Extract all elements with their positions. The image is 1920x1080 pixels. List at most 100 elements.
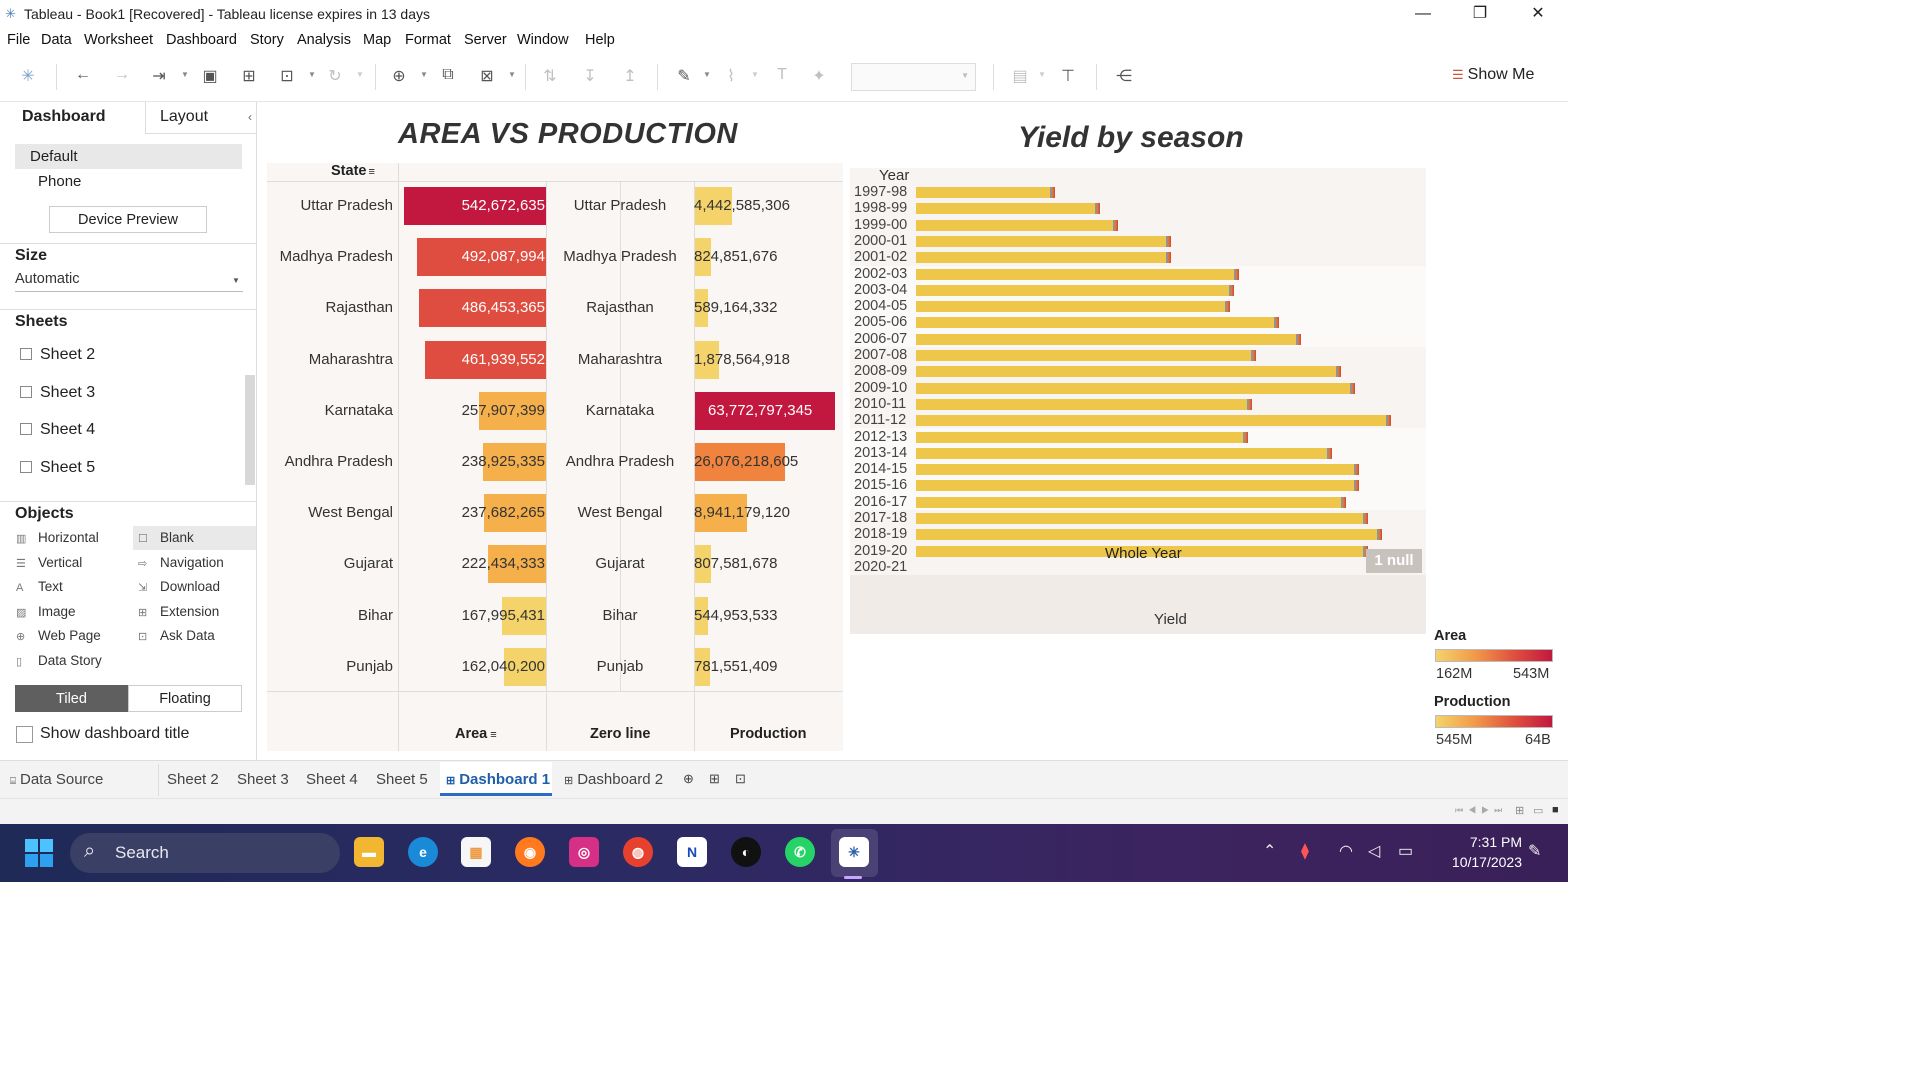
tab-dashboard-2[interactable]: ⊞ Dashboard 2 [564,771,663,788]
chevron-down-icon[interactable]: ▼ [308,70,316,79]
chevron-down-icon[interactable]: ▼ [181,70,189,79]
microsoft-store-icon[interactable]: ▦ [461,837,491,867]
chevron-up-icon[interactable]: ⌃ [1263,841,1276,861]
tableau-logo-icon[interactable]: ✳ [17,66,39,86]
yield-bar[interactable] [916,431,1243,443]
show-title-checkbox[interactable] [16,726,33,743]
refresh-icon[interactable]: ↻ [324,66,346,86]
tableau-taskbar-icon[interactable]: ✳ [839,837,869,867]
yield-bar[interactable] [916,235,1167,247]
highlight-icon[interactable]: ✎ [673,66,695,86]
yield-bar[interactable] [916,415,1386,427]
object-blank[interactable]: ☐ Blank [138,530,194,545]
menu-help[interactable]: Help [585,32,615,48]
clear-sheet-icon[interactable]: ⊠ [476,66,498,86]
device-preview-button[interactable]: Device Preview [49,206,207,233]
object-extension[interactable]: ⊞ Extension [138,604,219,619]
tab-sheet-2[interactable]: Sheet 2 [167,771,219,788]
show-labels-icon[interactable]: T [771,66,793,84]
sort-icon[interactable]: ≡ [368,166,374,178]
chevron-down-icon[interactable]: ▼ [751,70,759,79]
grid-view-icon[interactable]: ⊞ [1515,804,1524,817]
device-default[interactable]: Default [30,148,78,165]
object-image[interactable]: ▨ Image [16,604,76,619]
chevron-down-icon[interactable]: ▼ [232,276,240,285]
wifi-icon[interactable]: ◠ [1339,841,1353,861]
instagram-icon[interactable]: ◎ [569,837,599,867]
replay-icon[interactable]: ⇥ [148,66,170,86]
sheet-item[interactable]: Sheet 5 [20,459,95,477]
new-worksheet-tab-icon[interactable]: ⊕ [683,771,694,787]
yield-bar[interactable] [916,203,1095,215]
sheet-item[interactable]: Sheet 4 [20,421,95,439]
tab-dashboard[interactable]: Dashboard [0,102,145,134]
fit-dropdown[interactable]: ▼ [851,63,976,91]
yield-bar[interactable] [916,268,1234,280]
device-phone[interactable]: Phone [38,173,81,190]
chevron-down-icon[interactable]: ▼ [356,70,364,79]
tab-layout[interactable]: Layout ‹ [145,102,256,134]
taskbar-search[interactable]: ⌕ Search [70,833,340,873]
yield-bar[interactable] [916,284,1230,296]
edge-browser-icon[interactable]: e [408,837,438,867]
sheets-scrollbar[interactable] [245,375,255,485]
menu-format[interactable]: Format [405,32,451,48]
object-navigation[interactable]: ⇨ Navigation [138,555,224,570]
state-header[interactable]: State ≡ [331,163,375,179]
object-ask-data[interactable]: ⊡ Ask Data [138,628,215,643]
new-story-tab-icon[interactable]: ⊡ [735,771,746,787]
sort-ascending-icon[interactable]: ↧ [579,66,601,86]
menu-worksheet[interactable]: Worksheet [84,32,153,48]
duplicate-sheet-icon[interactable]: ⧉ [437,66,459,84]
sort-icon[interactable]: ≡ [490,729,496,741]
tiled-button[interactable]: Tiled [15,685,128,712]
share-icon[interactable]: ⋲ [1113,66,1135,86]
size-select[interactable]: Automatic [15,271,79,287]
collapse-icon[interactable]: ‹ [248,110,252,124]
menu-map[interactable]: Map [363,32,391,48]
yield-bar[interactable] [916,513,1364,524]
menu-dashboard[interactable]: Dashboard [166,32,237,48]
object-web-page[interactable]: ⊕ Web Page [16,628,101,643]
yield-bar[interactable] [916,333,1297,345]
undo-icon[interactable]: ← [72,66,94,84]
yield-bar[interactable] [916,447,1328,459]
close-button[interactable]: ✕ [1515,2,1561,26]
floating-button[interactable]: Floating [128,685,242,712]
area-header[interactable]: Area ≡ [455,726,497,742]
notion-icon[interactable]: N [677,837,707,867]
tab-sheet-5[interactable]: Sheet 5 [376,771,428,788]
new-dashboard-tab-icon[interactable]: ⊞ [709,771,720,787]
yield-bar[interactable] [916,187,1051,198]
yield-bar[interactable] [916,398,1247,410]
object-download[interactable]: ⇲ Download [138,579,220,594]
redo-icon[interactable]: → [111,66,133,84]
pin-icon[interactable]: ✦ [808,66,830,86]
yield-bar[interactable] [916,219,1113,231]
windows-start-icon[interactable] [25,839,53,867]
yield-bar[interactable] [916,464,1355,476]
tab-sheet-3[interactable]: Sheet 3 [237,771,289,788]
yield-bar[interactable] [916,496,1341,508]
minimize-button[interactable]: — [1400,2,1446,26]
yield-bar[interactable] [916,366,1337,378]
battery-icon[interactable]: ▭ [1398,841,1413,861]
save-icon[interactable]: ▣ [199,66,221,86]
menu-window[interactable]: Window [517,32,569,48]
menu-server[interactable]: Server [464,32,507,48]
volume-icon[interactable]: ◁ [1368,841,1380,861]
github-icon[interactable]: ◐ [731,837,761,867]
swap-icon[interactable]: ⇅ [539,66,561,86]
yield-bar[interactable] [916,382,1350,394]
antivirus-tray-icon[interactable]: ⧫ [1301,841,1309,861]
pause-updates-icon[interactable]: ⊡ [276,66,298,86]
chevron-down-icon[interactable]: ▼ [1038,70,1046,79]
tab-sheet-4[interactable]: Sheet 4 [306,771,358,788]
chevron-down-icon[interactable]: ▼ [420,70,428,79]
menu-file[interactable]: File [7,32,30,48]
tab-navigation-icon[interactable]: ⏮◀▶⏭ [1455,805,1507,816]
firefox-icon[interactable]: ◉ [515,837,545,867]
new-data-source-icon[interactable]: ⊞ [238,66,260,86]
filmstrip-view-icon[interactable]: ▭ [1533,804,1543,817]
chevron-down-icon[interactable]: ▼ [703,70,711,79]
